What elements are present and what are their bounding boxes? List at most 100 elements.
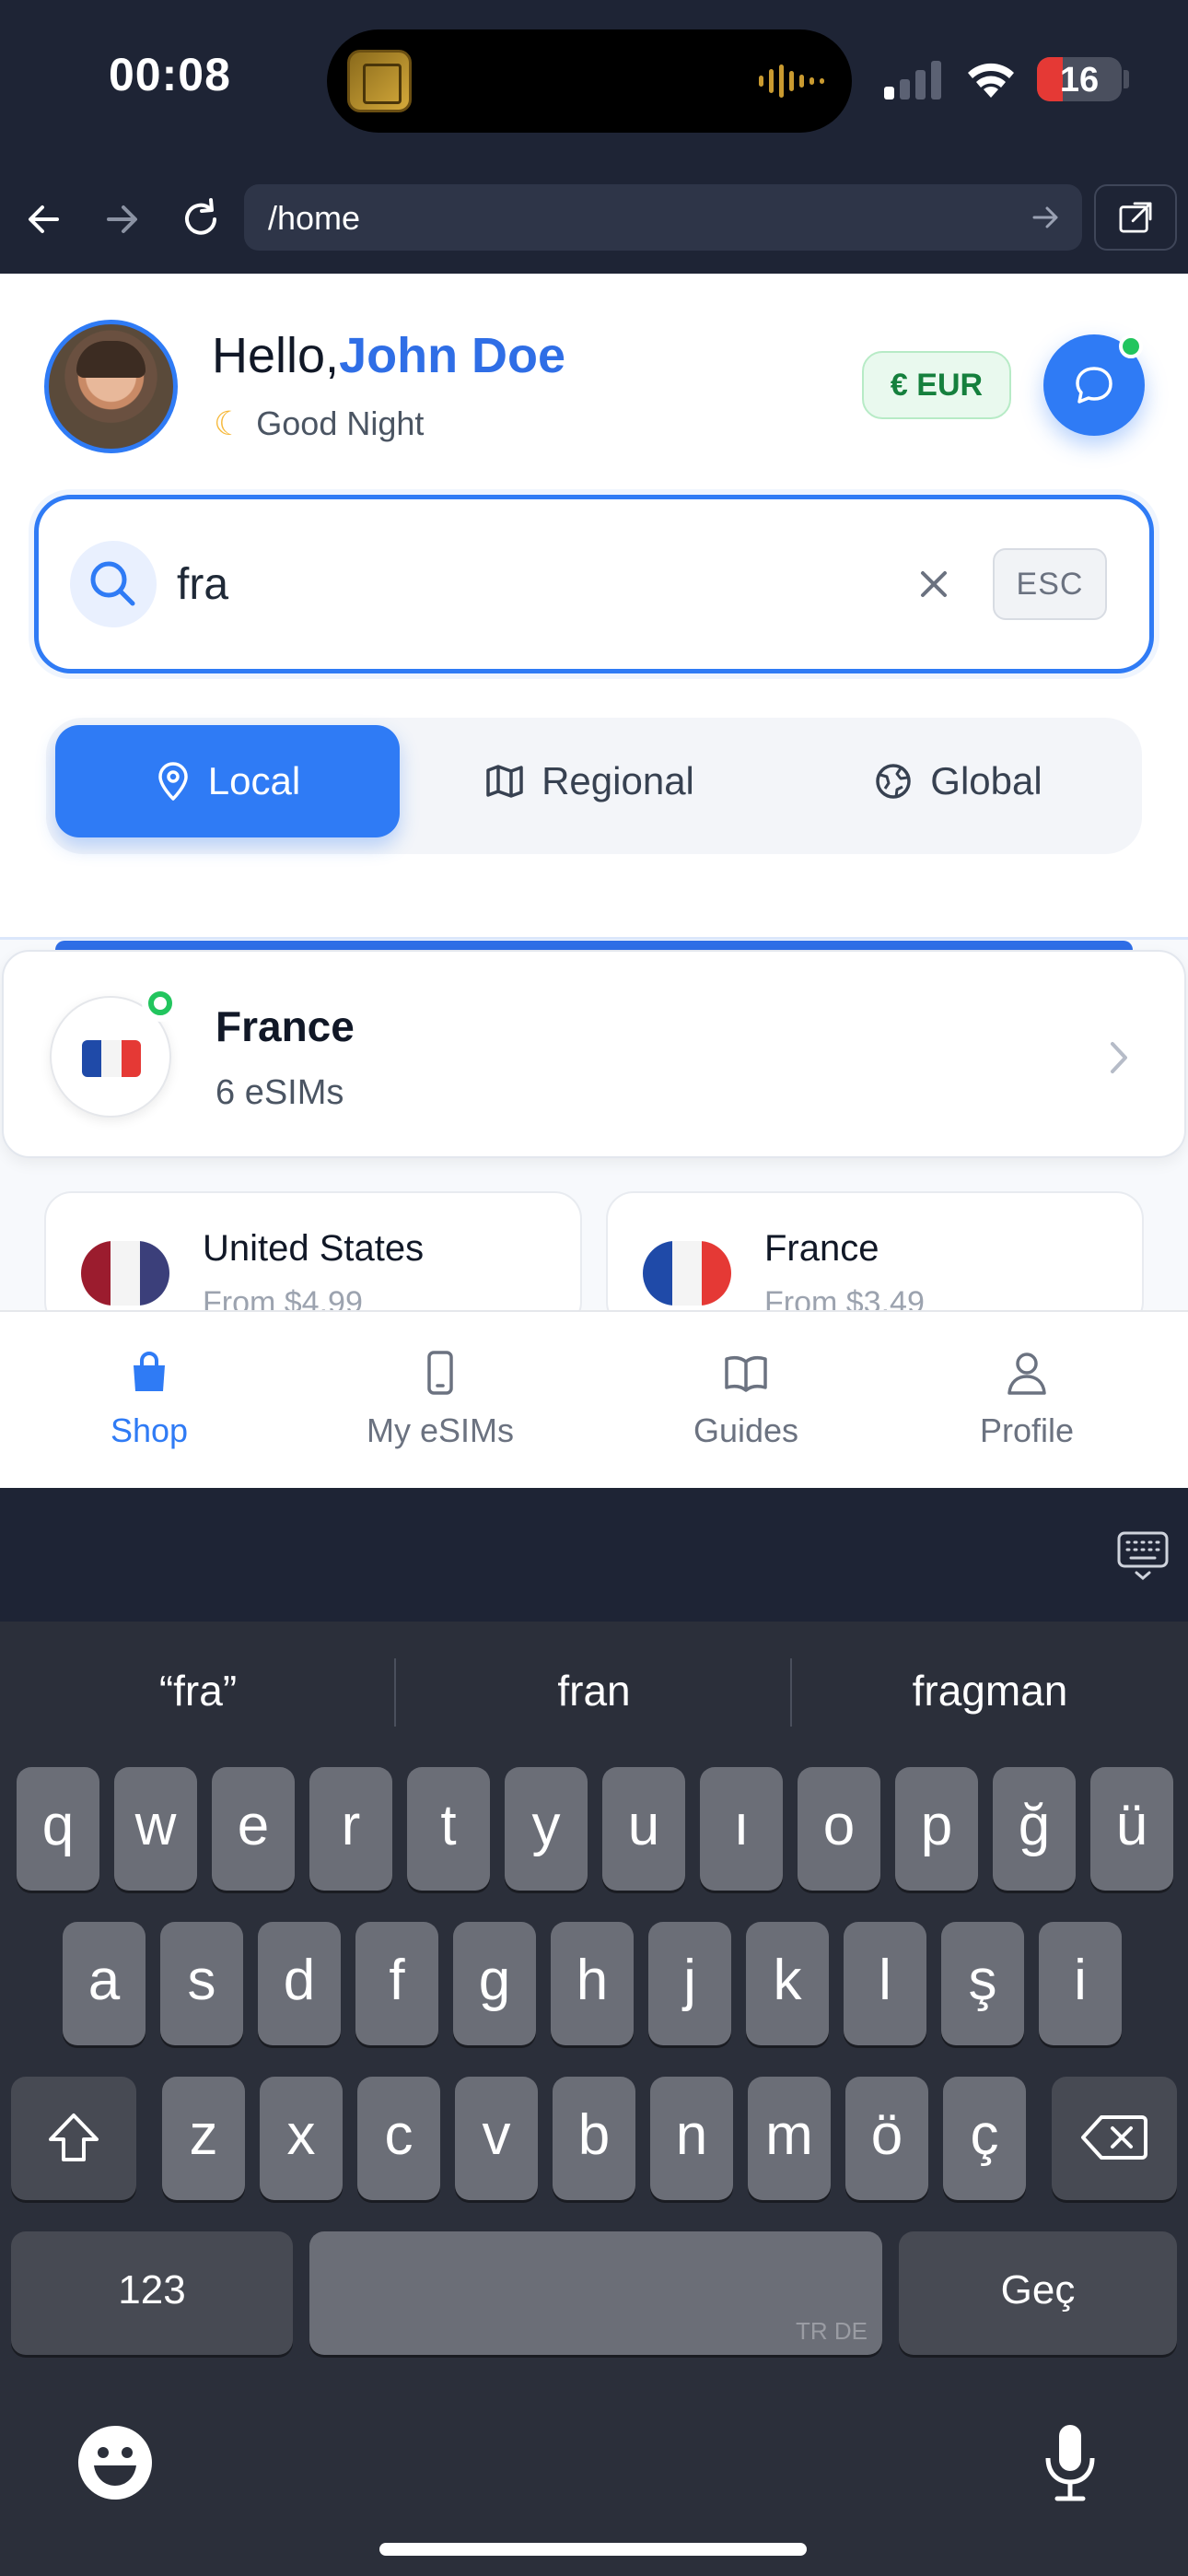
cellular-signal-icon [884,59,941,100]
key[interactable]: f [355,1922,438,2045]
key[interactable]: a [63,1922,146,2045]
country-card-us[interactable]: United States From $4.99 [44,1191,582,1329]
key[interactable]: o [798,1767,880,1891]
time-greeting-text: Good Night [256,404,425,442]
key[interactable]: z [162,2077,245,2200]
key[interactable]: g [453,1922,536,2045]
search-input[interactable] [177,545,821,623]
chevron-right-icon [1111,1042,1127,1073]
key[interactable]: n [650,2077,733,2200]
chat-button[interactable] [1043,334,1145,436]
key[interactable]: ü [1090,1767,1173,1891]
avatar[interactable] [44,320,178,453]
globe-icon [876,764,912,799]
wifi-icon [968,63,1014,98]
key[interactable]: ş [941,1922,1024,2045]
key[interactable]: e [212,1767,295,1891]
emoji-icon[interactable] [76,2423,155,2502]
keyboard-toggle-icon[interactable] [1116,1530,1170,1582]
back-arrow-icon[interactable] [17,192,72,247]
battery-level: 16 [1059,61,1100,100]
map-icon [486,765,523,798]
key[interactable]: v [455,2077,538,2200]
country-name: France [764,1228,879,1269]
nav-my-esims[interactable]: My eSIMs [320,1349,560,1450]
book-icon [725,1356,767,1392]
suggestion-item[interactable]: fragman [792,1622,1188,1760]
search-box: ESC [34,495,1154,673]
clear-search-icon[interactable] [912,562,956,606]
key[interactable]: h [551,1922,634,2045]
key[interactable]: b [553,2077,635,2200]
backspace-key[interactable] [1052,2077,1177,2200]
tab-regional[interactable]: Regional [414,725,764,837]
country-card-france[interactable]: France From $3.49 [606,1191,1144,1329]
return-key[interactable]: Geç [899,2231,1177,2355]
us-flag-icon [81,1241,169,1306]
location-pin-icon [158,762,188,801]
home-header: Hello,John Doe ☾ Good Night € EUR fra ES… [0,274,1188,937]
home-indicator[interactable] [379,2543,807,2556]
nav-guides[interactable]: Guides [626,1349,866,1450]
greeting-prefix: Hello, [212,328,340,383]
backspace-icon [1081,2115,1147,2160]
tab-global[interactable]: Global [783,725,1133,837]
forward-arrow-icon[interactable] [94,192,149,247]
browser-toolbar: /home [0,166,1188,274]
key[interactable]: l [844,1922,926,2045]
key[interactable]: p [895,1767,978,1891]
key[interactable]: ö [845,2077,928,2200]
nav-label: My eSIMs [366,1411,514,1449]
key[interactable]: q [17,1767,99,1891]
key[interactable]: k [746,1922,829,2045]
key[interactable]: ı [700,1767,783,1891]
reload-icon[interactable] [173,192,228,247]
key[interactable]: d [258,1922,341,2045]
user-icon [1007,1352,1046,1395]
key[interactable]: r [309,1767,392,1891]
result-esim-count: 6 eSIMs [215,1073,344,1112]
suggestion-item[interactable]: fran [396,1622,792,1760]
shift-arrow-icon [49,2113,99,2161]
nav-label: Shop [110,1411,189,1449]
suggestion-bar: “fra” fran fragman [0,1622,1188,1760]
header-divider [0,937,1188,940]
microphone-icon[interactable] [1042,2421,1098,2504]
key[interactable]: ç [943,2077,1026,2200]
nav-profile[interactable]: Profile [907,1349,1147,1450]
esc-button[interactable]: ESC [993,548,1107,620]
search-result-card[interactable]: France 6 eSIMs [2,950,1186,1158]
suggestion-item[interactable]: “fra” [0,1622,396,1760]
key[interactable]: m [748,2077,831,2200]
greeting: Hello,John Doe [212,327,565,384]
key[interactable]: y [505,1767,588,1891]
shift-key[interactable] [11,2077,136,2200]
result-country-name: France [215,1002,355,1050]
key[interactable]: ğ [993,1767,1076,1891]
key[interactable]: c [357,2077,440,2200]
space-key[interactable]: TR DE [309,2231,882,2355]
key[interactable]: x [260,2077,343,2200]
key[interactable]: w [114,1767,197,1891]
key[interactable]: i [1039,1922,1122,2045]
chat-bubble-icon [1076,367,1112,404]
audio-wave-icon [759,64,824,98]
keyboard: “fra” fran fragman q w e r t y u ı o p ğ… [0,1622,1188,2576]
tab-local[interactable]: Local [55,725,400,837]
numbers-key[interactable]: 123 [11,2231,293,2355]
app-content: Hello,John Doe ☾ Good Night € EUR fra ES… [0,274,1188,1488]
open-external-icon[interactable] [1094,184,1177,251]
search-icon [70,541,157,627]
currency-selector[interactable]: € EUR [862,351,1011,419]
region-tabs: Local Regional Global [46,718,1142,854]
key[interactable]: j [648,1922,731,2045]
key[interactable]: t [407,1767,490,1891]
address-bar[interactable]: /home [244,184,1082,251]
key[interactable]: u [602,1767,685,1891]
keyboard-accessory-bar [0,1488,1188,1622]
bottom-nav: Shop My eSIMs Guides Profile [0,1310,1188,1488]
app-activity-icon [347,50,412,112]
key[interactable]: s [160,1922,243,2045]
go-arrow-icon[interactable] [1027,199,1064,236]
nav-shop[interactable]: Shop [29,1349,269,1450]
